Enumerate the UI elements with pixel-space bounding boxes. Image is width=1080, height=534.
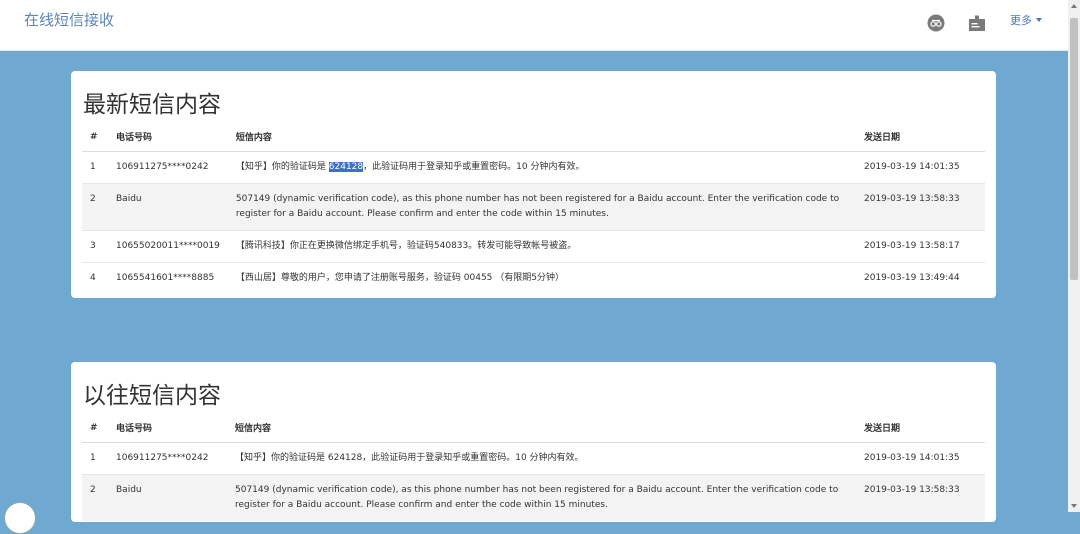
latest-sms-panel: 最新短信内容 # 电话号码 短信内容 发送日期 1 106911275****0… — [71, 71, 996, 298]
col-header-date: 发送日期 — [856, 123, 985, 152]
table-row: 3 10655020011****0019 【腾讯科技】你正在更换微信绑定手机号… — [82, 230, 985, 263]
caret-down-icon — [1036, 18, 1042, 22]
col-header-date: 发送日期 — [856, 414, 985, 443]
history-sms-title: 以往短信内容 — [83, 383, 221, 409]
col-header-phone: 电话号码 — [108, 123, 228, 152]
row-phone[interactable]: 1065541601****8885 — [108, 262, 228, 294]
col-header-phone: 电话号码 — [108, 414, 227, 443]
table-row: 2 Baidu 507149 (dynamic verification cod… — [82, 474, 985, 521]
table-row: 1 106911275****0242 【知乎】你的验证码是 624128，此验… — [82, 151, 985, 184]
floating-circle-button[interactable] — [4, 502, 36, 534]
row-index: 3 — [82, 230, 108, 263]
latest-sms-table: # 电话号码 短信内容 发送日期 1 106911275****0242 【知乎… — [82, 123, 985, 294]
row-date: 2019-03-19 13:58:33 — [856, 474, 985, 521]
history-sms-table: # 电话号码 短信内容 发送日期 1 106911275****0242 【知乎… — [82, 414, 985, 521]
user-circle-icon[interactable] — [925, 12, 947, 34]
col-header-content: 短信内容 — [227, 414, 856, 443]
row-date: 2019-03-19 13:58:33 — [856, 183, 985, 231]
top-navbar: 在线短信接收 更多 — [0, 0, 1080, 51]
table-row: 2 Baidu 507149 (dynamic verification cod… — [82, 183, 985, 231]
history-sms-panel: 以往短信内容 # 电话号码 短信内容 发送日期 1 106911275****0… — [71, 362, 996, 522]
scroll-down-arrow-icon[interactable] — [1071, 504, 1077, 508]
row-content[interactable]: 【知乎】你的验证码是 624128，此验证码用于登录知乎或重置密码。10 分钟内… — [227, 442, 856, 475]
row-index: 1 — [82, 442, 108, 475]
more-menu-toggle[interactable]: 更多 — [1010, 12, 1042, 28]
row-content[interactable]: 507149 (dynamic verification code), as t… — [227, 183, 856, 231]
row-date: 2019-03-19 14:01:35 — [856, 442, 985, 475]
row-content[interactable]: 【西山居】尊敬的用户，您申请了注册账号服务，验证码 00455 （有限期5分钟） — [227, 262, 856, 294]
row-index: 4 — [82, 262, 108, 294]
row-phone[interactable]: 10655020011****0019 — [108, 230, 228, 263]
row-date: 2019-03-19 14:01:35 — [856, 151, 985, 184]
row-date: 2019-03-19 13:49:44 — [856, 262, 985, 294]
row-index: 1 — [82, 151, 108, 184]
site-brand[interactable]: 在线短信接收 — [24, 9, 114, 30]
row-index: 2 — [82, 474, 108, 521]
row-phone[interactable]: 106911275****0242 — [108, 151, 228, 184]
selected-code: 624128 — [328, 162, 364, 172]
table-row: 1 106911275****0242 【知乎】你的验证码是 624128，此验… — [82, 442, 985, 475]
more-label: 更多 — [1010, 14, 1032, 27]
row-phone[interactable]: 106911275****0242 — [108, 442, 227, 475]
content-before: 【知乎】你的验证码是 — [235, 162, 329, 172]
content-after: ，此验证码用于登录知乎或重置密码。10 分钟内有效。 — [363, 162, 585, 172]
row-content[interactable]: 【知乎】你的验证码是 624128，此验证码用于登录知乎或重置密码。10 分钟内… — [227, 151, 856, 184]
col-header-index: # — [82, 123, 108, 152]
latest-sms-title: 最新短信内容 — [83, 92, 221, 118]
col-header-index: # — [82, 414, 108, 443]
col-header-content: 短信内容 — [227, 123, 856, 152]
scroll-up-arrow-icon[interactable] — [1071, 4, 1077, 8]
table-row: 4 1065541601****8885 【西山居】尊敬的用户，您申请了注册账号… — [82, 262, 985, 294]
row-content[interactable]: 507149 (dynamic verification code), as t… — [227, 474, 856, 521]
scroll-thumb[interactable] — [1070, 18, 1078, 280]
vertical-scrollbar[interactable] — [1068, 0, 1080, 512]
id-card-icon[interactable] — [966, 12, 988, 34]
row-index: 2 — [82, 183, 108, 231]
row-phone[interactable]: Baidu — [108, 474, 227, 521]
row-content[interactable]: 【腾讯科技】你正在更换微信绑定手机号，验证码540833。转发可能导致帐号被盗。 — [227, 230, 856, 263]
row-phone[interactable]: Baidu — [108, 183, 228, 231]
row-date: 2019-03-19 13:58:17 — [856, 230, 985, 263]
